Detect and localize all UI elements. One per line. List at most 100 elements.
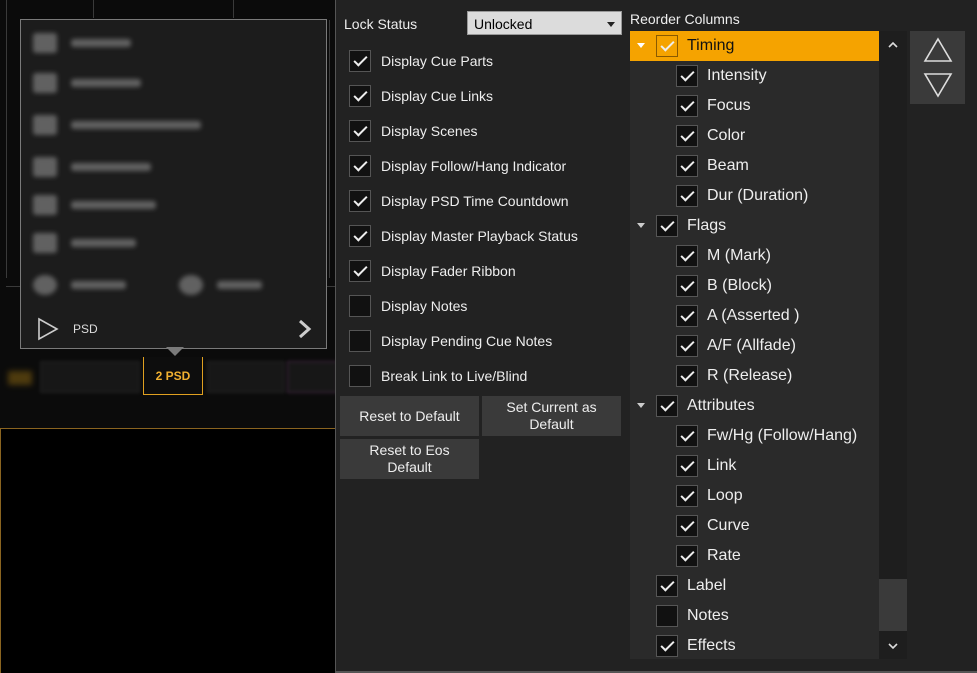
checkbox-checked[interactable]	[349, 260, 371, 282]
checkbox-checked[interactable]	[656, 215, 678, 237]
tree-row-label: Fw/Hg (Follow/Hang)	[707, 427, 858, 444]
option-checkbox-row[interactable]: Display PSD Time Countdown	[349, 189, 569, 213]
checkbox-checked[interactable]	[656, 395, 678, 417]
tree-row[interactable]: Effects	[630, 631, 879, 659]
replace-tab-icon	[33, 73, 57, 93]
checkbox-checked[interactable]	[676, 515, 698, 537]
checkbox-checked[interactable]	[676, 335, 698, 357]
tree-row[interactable]: R (Release)	[630, 361, 879, 391]
checkbox-checked[interactable]	[349, 155, 371, 177]
chevron-right-icon[interactable]	[297, 318, 313, 340]
option-checkbox-row[interactable]: Display Pending Cue Notes	[349, 329, 552, 353]
tree-row[interactable]: Dur (Duration)	[630, 181, 879, 211]
bg-divider	[6, 286, 20, 287]
reorder-columns-tree[interactable]: Timing Intensity Focus Color Beam Dur (Durati…	[630, 31, 879, 659]
tree-row[interactable]: Loop	[630, 481, 879, 511]
tree-row[interactable]: Notes	[630, 601, 879, 631]
tree-row[interactable]: A (Asserted )	[630, 301, 879, 331]
tree-scrollbar[interactable]	[879, 31, 907, 659]
popup-item-close-tab[interactable]	[33, 32, 131, 54]
close-others-icon	[33, 115, 57, 135]
checkbox-checked[interactable]	[676, 545, 698, 567]
popup-item-close-others[interactable]	[33, 114, 201, 136]
checkbox-checked[interactable]	[676, 275, 698, 297]
tab-patch[interactable]	[207, 361, 285, 393]
popup-item-label	[71, 121, 201, 129]
checkbox-unchecked[interactable]	[349, 295, 371, 317]
lock-status-dropdown[interactable]: Unlocked	[467, 11, 622, 35]
tree-row[interactable]: Fw/Hg (Follow/Hang)	[630, 421, 879, 451]
popup-item-zoom-out[interactable]	[33, 274, 126, 296]
checkbox-checked[interactable]	[676, 95, 698, 117]
checkbox-checked[interactable]	[676, 365, 698, 387]
tree-row[interactable]: Rate	[630, 541, 879, 571]
option-checkbox-row[interactable]: Display Cue Parts	[349, 49, 493, 73]
checkbox-checked[interactable]	[676, 455, 698, 477]
scroll-up-button[interactable]	[879, 31, 907, 57]
checkbox-checked[interactable]	[676, 155, 698, 177]
tree-row[interactable]: Flags	[630, 211, 879, 241]
checkbox-unchecked[interactable]	[349, 330, 371, 352]
checkbox-checked[interactable]	[676, 65, 698, 87]
tree-row[interactable]: Color	[630, 121, 879, 151]
checkbox-checked[interactable]	[656, 35, 678, 57]
checkbox-checked[interactable]	[349, 50, 371, 72]
option-checkbox-row[interactable]: Display Scenes	[349, 119, 478, 143]
tree-row[interactable]: Focus	[630, 91, 879, 121]
expand-arrow-icon[interactable]	[637, 403, 645, 408]
option-checkbox-row[interactable]: Display Fader Ribbon	[349, 259, 516, 283]
tab-live-table[interactable]	[40, 361, 140, 393]
reset-to-default-button[interactable]: Reset to Default	[340, 396, 479, 436]
popup-item-reset-columns[interactable]	[33, 194, 156, 216]
tree-row[interactable]: Label	[630, 571, 879, 601]
popup-item-lock-frame[interactable]	[33, 232, 136, 254]
move-up-button[interactable]	[910, 31, 965, 69]
tree-row[interactable]: Curve	[630, 511, 879, 541]
tree-row[interactable]: Beam	[630, 151, 879, 181]
psd-label: PSD	[73, 322, 98, 336]
tab-bar-icon	[8, 371, 32, 385]
lower-frame	[0, 428, 336, 673]
move-down-button[interactable]	[910, 66, 965, 104]
checkbox-unchecked[interactable]	[349, 365, 371, 387]
scroll-down-button[interactable]	[879, 633, 907, 659]
checkbox-checked[interactable]	[656, 575, 678, 597]
tree-row[interactable]: Timing	[630, 31, 879, 61]
tree-row[interactable]: Intensity	[630, 61, 879, 91]
reset-to-eos-default-button[interactable]: Reset to Eos Default	[340, 439, 479, 479]
checkbox-checked[interactable]	[676, 185, 698, 207]
tab-psd-active[interactable]: 2 PSD	[143, 357, 203, 395]
tree-row[interactable]: B (Block)	[630, 271, 879, 301]
tree-row[interactable]: A/F (Allfade)	[630, 331, 879, 361]
tab-other[interactable]	[287, 361, 338, 393]
checkbox-checked[interactable]	[349, 190, 371, 212]
tree-row[interactable]: Link	[630, 451, 879, 481]
checkbox-checked[interactable]	[349, 120, 371, 142]
popup-item-replace-tab[interactable]	[33, 72, 141, 94]
expand-arrow-icon[interactable]	[637, 43, 645, 48]
option-checkbox-row[interactable]: Display Notes	[349, 294, 467, 318]
option-checkbox-row[interactable]: Break Link to Live/Blind	[349, 364, 527, 388]
option-checkbox-row[interactable]: Display Master Playback Status	[349, 224, 578, 248]
tree-row[interactable]: Attributes	[630, 391, 879, 421]
checkbox-checked[interactable]	[349, 85, 371, 107]
tree-row-label: M (Mark)	[707, 247, 771, 264]
option-checkbox-row[interactable]: Display Follow/Hang Indicator	[349, 154, 566, 178]
popup-item-close-all[interactable]	[33, 156, 151, 178]
checkbox-checked[interactable]	[676, 125, 698, 147]
checkbox-checked[interactable]	[676, 485, 698, 507]
tree-row[interactable]: M (Mark)	[630, 241, 879, 271]
checkbox-checked[interactable]	[676, 305, 698, 327]
checkbox-checked[interactable]	[676, 245, 698, 267]
checkbox-checked[interactable]	[656, 635, 678, 657]
checkbox-checked[interactable]	[676, 425, 698, 447]
checkbox-checked[interactable]	[349, 225, 371, 247]
tree-row-label: B (Block)	[707, 277, 772, 294]
expand-arrow-icon[interactable]	[637, 223, 645, 228]
set-current-as-default-button[interactable]: Set Current as Default	[482, 396, 621, 436]
scroll-thumb[interactable]	[879, 579, 907, 631]
option-checkbox-row[interactable]: Display Cue Links	[349, 84, 493, 108]
checkbox-unchecked[interactable]	[656, 605, 678, 627]
popup-item-zoom-in[interactable]	[179, 274, 262, 296]
popup-item-psd[interactable]: PSD	[31, 316, 321, 342]
